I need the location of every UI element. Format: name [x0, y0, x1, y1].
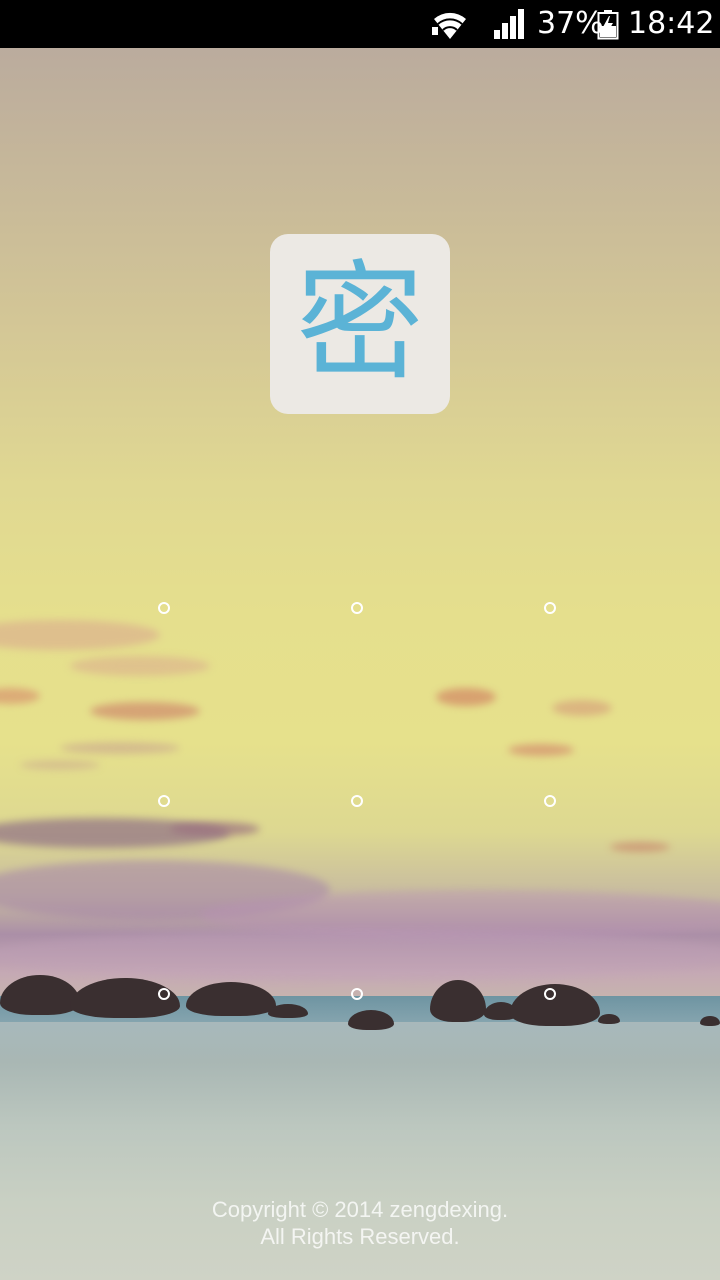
pattern-dot-6[interactable] [544, 795, 556, 807]
pattern-dot-8[interactable] [351, 988, 363, 1000]
pattern-dot-9[interactable] [544, 988, 556, 1000]
copyright-footer: Copyright © 2014 zengdexing. All Rights … [0, 1196, 720, 1250]
pattern-dot-3[interactable] [544, 602, 556, 614]
pattern-dot-2[interactable] [351, 602, 363, 614]
pattern-dot-7[interactable] [158, 988, 170, 1000]
pattern-dot-1[interactable] [158, 602, 170, 614]
rights-line: All Rights Reserved. [260, 1224, 460, 1249]
pattern-dot-5[interactable] [351, 795, 363, 807]
lock-screen: 37% 18:42 密 Copyright © 2014 zengdexing.… [0, 0, 720, 1280]
copyright-line: Copyright © 2014 zengdexing. [211, 1197, 509, 1222]
pattern-lock-grid [0, 0, 720, 1280]
pattern-dot-4[interactable] [158, 795, 170, 807]
